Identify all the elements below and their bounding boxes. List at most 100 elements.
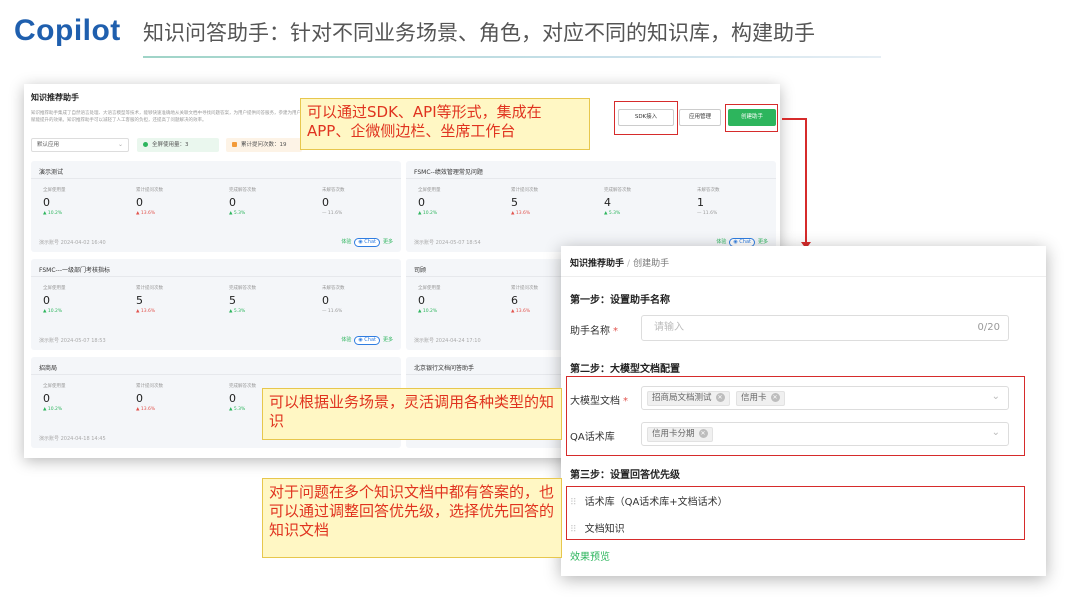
list-page-title: 知识推荐助手	[31, 93, 79, 102]
chat-button[interactable]: ◉ Chat	[354, 238, 380, 247]
card-title: 司顾	[414, 267, 427, 274]
metric-delta: ▲ 13.6%	[136, 407, 156, 412]
app-filter-select[interactable]: 默认应用 ⌄	[31, 138, 129, 152]
total-usage-stat: 全屏使用量：3	[137, 138, 219, 152]
assistant-card[interactable]: FSMC--绩效管理常见问题 全屏使用量 0 ▲ 10.2% 累计提问次数 5 ▲ 13…	[406, 161, 776, 252]
list-page-description: 知识推荐助手集成了自然语言处理、大语言模型等技术，能够快速准确地从关联文档中寻找…	[31, 111, 301, 123]
metric-answered: 完成解答次数 5 ▲ 5.3%	[217, 285, 297, 314]
metric-delta: ▲ 10.2%	[418, 309, 438, 314]
metric-label: 未解答次数	[322, 286, 345, 291]
metric-delta: ▲ 13.6%	[136, 309, 156, 314]
metric-label: 未解答次数	[322, 188, 345, 193]
assistant-card[interactable]: 演示测试 全屏使用量 0 ▲ 10.2% 累计提问次数 0 ▲ 13.6% 完成解答次数…	[31, 161, 401, 252]
metric-value: 5	[511, 196, 518, 209]
metric-label: 完成解答次数	[229, 286, 256, 291]
app-management-button[interactable]: 应用管理	[679, 109, 721, 126]
metric-delta: ▲ 13.6%	[136, 211, 156, 216]
copilot-logo: Copilot	[14, 14, 121, 47]
priority-highlight-box	[566, 486, 1025, 540]
card-title: 招商局	[39, 365, 58, 372]
breadcrumb-root[interactable]: 知识推荐助手	[570, 259, 624, 269]
questions-dot-icon	[232, 142, 237, 147]
card-footer: 演示账号 2024-05-07 18:54	[414, 240, 481, 246]
metric-questions: 累计提问次数 5 ▲ 13.6%	[124, 285, 204, 314]
breadcrumb-separator: /	[627, 259, 631, 269]
metric-usage: 全屏使用量 0 ▲ 10.2%	[31, 285, 111, 314]
metric-delta: ▲ 10.2%	[43, 211, 63, 216]
char-counter: 0/20	[977, 322, 1000, 333]
metric-questions: 累计提问次数 5 ▲ 13.6%	[499, 187, 579, 216]
create-assistant-screenshot: 知识推荐助手 / 创建助手 第一步：设置助手名称 助手名称 * 请输入 0/20 第二…	[561, 246, 1046, 576]
metric-usage: 全屏使用量 0 ▲ 10.2%	[31, 187, 111, 216]
step3-title: 第三步：设置回答优先级	[570, 470, 680, 481]
metric-usage: 全屏使用量 0 ▲ 10.2%	[31, 383, 111, 412]
metric-value: 0	[43, 392, 50, 405]
card-divider	[31, 178, 401, 179]
more-link[interactable]: 更多	[758, 239, 768, 245]
assistant-card[interactable]: FSMC---一级部门考核指标 全屏使用量 0 ▲ 10.2% 累计提问次数 5 ▲ 1…	[31, 259, 401, 350]
metric-delta: ▲ 10.2%	[43, 407, 63, 412]
metric-usage: 全屏使用量 0 ▲ 10.2%	[406, 187, 486, 216]
try-link[interactable]: 体验	[341, 337, 351, 343]
metric-answered: 完成解答次数 4 ▲ 5.3%	[592, 187, 672, 216]
try-link[interactable]: 体验	[341, 239, 351, 245]
metric-unanswered: 未解答次数 0 — 11.6%	[310, 285, 390, 314]
chat-label: Chat	[739, 239, 751, 245]
chat-label: Chat	[364, 337, 376, 343]
metric-label: 全屏使用量	[418, 286, 441, 291]
metric-answered: 完成解答次数 0 ▲ 5.3%	[217, 187, 297, 216]
more-link[interactable]: 更多	[383, 337, 393, 343]
metric-delta: ▲ 5.3%	[229, 211, 246, 216]
connector-line	[782, 118, 806, 120]
metric-value: 0	[136, 392, 143, 405]
metric-value: 0	[43, 196, 50, 209]
required-mark: *	[613, 326, 618, 337]
breadcrumb-current: 创建助手	[633, 259, 670, 269]
card-footer: 演示账号 2024-04-18 14:45	[39, 436, 106, 442]
step1-title: 第一步：设置助手名称	[570, 295, 670, 306]
metric-label: 完成解答次数	[229, 188, 256, 193]
preview-link[interactable]: 效果预览	[570, 548, 610, 563]
try-link[interactable]: 体验	[716, 239, 726, 245]
chat-button[interactable]: ◉ Chat	[354, 336, 380, 345]
total-usage-text: 全屏使用量：3	[152, 142, 189, 148]
metric-value: 0	[229, 196, 236, 209]
metric-delta: ▲ 5.3%	[604, 211, 621, 216]
metric-delta: ▲ 10.2%	[43, 309, 63, 314]
assistant-name-input[interactable]: 请输入 0/20	[641, 315, 1009, 341]
breadcrumb-divider	[561, 276, 1046, 277]
metric-value: 5	[229, 294, 236, 307]
metric-label: 累计提问次数	[136, 188, 163, 193]
callout-priority: 对于问题在多个知识文档中都有答案的，也可以通过调整回答优先级，选择优先回答的知识…	[262, 478, 562, 558]
callout-sdk: 可以通过SDK、API等形式，集成在APP、企微侧边栏、坐席工作台	[300, 98, 590, 150]
metric-label: 完成解答次数	[604, 188, 631, 193]
card-footer: 演示账号 2024-04-24 17:10	[414, 338, 481, 344]
metric-label: 全屏使用量	[43, 384, 66, 389]
metric-unanswered: 未解答次数 0 — 11.6%	[310, 187, 390, 216]
callout-knowledge: 可以根据业务场景，灵活调用各种类型的知识	[262, 388, 562, 440]
metric-label: 未解答次数	[697, 188, 720, 193]
card-title: 北京银行文档问答助手	[414, 365, 475, 372]
assistant-name-label: 助手名称 *	[570, 322, 618, 337]
metric-value: 5	[136, 294, 143, 307]
metric-value: 0	[43, 294, 50, 307]
chat-label: Chat	[364, 239, 376, 245]
chevron-down-icon: ⌄	[117, 141, 123, 148]
metric-label: 累计提问次数	[136, 286, 163, 291]
usage-dot-icon	[143, 142, 148, 147]
assistant-name-label-text: 助手名称	[570, 326, 610, 337]
assistant-name-placeholder: 请输入	[654, 322, 684, 333]
metric-delta: — 11.6%	[322, 309, 343, 314]
metric-value: 4	[604, 196, 611, 209]
page-headline: 知识问答助手：针对不同业务场景、角色，对应不同的知识库，构建助手	[143, 21, 815, 45]
metric-delta: ▲ 10.2%	[418, 211, 438, 216]
card-actions: 体验 ◉ Chat 更多	[341, 238, 393, 247]
metric-questions: 累计提问次数 0 ▲ 13.6%	[124, 383, 204, 412]
step2-title: 第二步：大模型文档配置	[570, 364, 680, 375]
metric-unanswered: 未解答次数 1 — 11.6%	[685, 187, 765, 216]
more-link[interactable]: 更多	[383, 239, 393, 245]
card-footer: 演示账号 2024-04-02 16:40	[39, 240, 106, 246]
metric-label: 全屏使用量	[43, 188, 66, 193]
metric-delta: — 11.6%	[322, 211, 343, 216]
create-highlight-box	[725, 104, 778, 132]
